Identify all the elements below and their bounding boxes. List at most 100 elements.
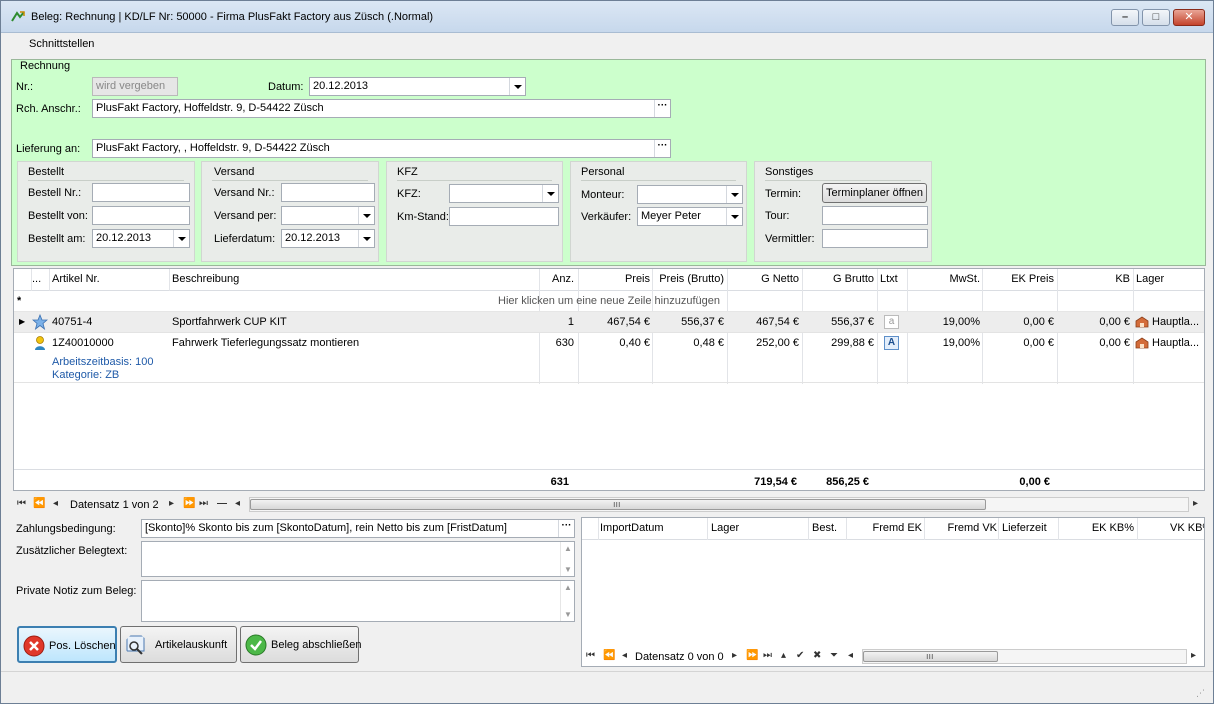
lieferung-label: Lieferung an: <box>16 143 81 155</box>
scrollbar-thumb[interactable]: ııı <box>250 499 986 510</box>
col-header-ek-preis[interactable]: EK Preis <box>984 273 1054 285</box>
chevron-down-icon[interactable] <box>173 230 189 247</box>
chevron-down-icon[interactable] <box>542 185 558 202</box>
ellipsis-icon[interactable]: ··· <box>654 100 670 117</box>
col-header-fremd-ek[interactable]: Fremd EK <box>847 522 922 534</box>
langtext-icon[interactable]: a <box>884 315 899 329</box>
datum-field[interactable]: 20.12.2013 <box>309 77 526 96</box>
scroll-right-icon[interactable]: ▸ <box>1191 650 1196 661</box>
next-page-icon[interactable]: ⏩ <box>183 498 195 509</box>
col-header-best[interactable]: Best. <box>812 522 837 534</box>
terminplaner-button[interactable]: Terminplaner öffnen <box>822 183 927 203</box>
move-up-icon[interactable]: ▴ <box>781 650 786 661</box>
maximize-button[interactable]: □ <box>1142 9 1170 26</box>
scroll-right-icon[interactable]: ▸ <box>1193 498 1198 509</box>
previous-record-icon[interactable]: ◂ <box>622 650 627 661</box>
previous-page-icon[interactable]: ⏪ <box>603 650 615 661</box>
belegtext-textarea[interactable]: ▲ ▼ <box>141 541 575 577</box>
close-button[interactable]: ✕ <box>1173 9 1205 26</box>
lieferung-field[interactable]: PlusFakt Factory, , Hoffeldstr. 9, D-544… <box>92 139 671 158</box>
ellipsis-icon[interactable]: ··· <box>558 520 574 537</box>
col-header-kb[interactable]: KB <box>1060 273 1130 285</box>
first-record-icon[interactable]: ⏮ <box>586 650 595 661</box>
col-header-ek-kb[interactable]: EK KB% <box>1057 522 1134 534</box>
col-header-fremd-vk[interactable]: Fremd VK <box>922 522 997 534</box>
versand-nr-input[interactable] <box>281 183 375 202</box>
next-page-icon[interactable]: ⏩ <box>746 650 758 661</box>
last-record-icon[interactable]: ⏭ <box>199 498 208 509</box>
previous-page-icon[interactable]: ⏪ <box>33 498 45 509</box>
col-header-beschreibung[interactable]: Beschreibung <box>172 273 239 285</box>
resize-grip-icon[interactable]: ⋰ <box>1196 688 1205 699</box>
table-row[interactable]: 1Z40010000 Fahrwerk Tieferlegungssatz mo… <box>14 333 1204 354</box>
nr-field[interactable]: wird vergeben <box>92 77 178 96</box>
scroll-down-icon[interactable]: ▼ <box>564 610 572 619</box>
rch-anschr-field[interactable]: PlusFakt Factory, Hoffeldstr. 9, D-54422… <box>92 99 671 118</box>
first-record-icon[interactable]: ⏮ <box>17 498 26 509</box>
textarea-scrollbar[interactable]: ▲ ▼ <box>560 581 574 621</box>
personal-title: Personal <box>581 166 625 178</box>
bestell-nr-input[interactable] <box>92 183 190 202</box>
col-header-importdatum[interactable]: ImportDatum <box>600 522 664 534</box>
col-header-menu[interactable]: ... <box>32 273 41 285</box>
next-record-icon[interactable]: ▸ <box>732 650 737 661</box>
confirm-icon[interactable]: ✔ <box>796 650 804 661</box>
scroll-up-icon[interactable]: ▲ <box>564 544 572 553</box>
chevron-down-icon[interactable] <box>358 207 374 224</box>
notiz-textarea[interactable]: ▲ ▼ <box>141 580 575 622</box>
maximize-icon: □ <box>1152 11 1160 23</box>
new-row[interactable]: * Hier klicken um eine neue Zeile hinzuz… <box>14 291 1204 312</box>
scroll-left-icon[interactable]: ◂ <box>848 650 853 661</box>
pos-loeschen-button[interactable]: Pos. Löschen <box>17 626 117 663</box>
col-header-vk-kb[interactable]: VK KB% <box>1170 522 1204 534</box>
col-header-lieferzeit[interactable]: Lieferzeit <box>1002 522 1047 534</box>
scroll-up-icon[interactable]: ▲ <box>564 583 572 592</box>
import-hscrollbar[interactable]: ııı <box>862 649 1187 664</box>
col-divider <box>1058 518 1059 540</box>
minimize-button[interactable]: – <box>1111 9 1139 26</box>
versand-per-select[interactable] <box>281 206 375 225</box>
filter-icon[interactable]: ⏷ <box>830 650 838 661</box>
langtext-icon[interactable]: A <box>884 336 899 350</box>
previous-record-icon[interactable]: ◂ <box>53 498 58 509</box>
textarea-scrollbar[interactable]: ▲ ▼ <box>560 542 574 576</box>
scroll-left-icon[interactable]: ◂ <box>235 498 240 509</box>
zahlungsbedingung-field[interactable]: [Skonto]% Skonto bis zum [SkontoDatum], … <box>141 519 575 538</box>
beleg-abschliessen-button[interactable]: Beleg abschließen <box>240 626 362 663</box>
bestellt-am-input[interactable]: 20.12.2013 <box>92 229 190 248</box>
menu-item-schnittstellen[interactable]: Schnittstellen <box>29 38 94 50</box>
col-header-lager[interactable]: Lager <box>711 522 739 534</box>
col-header-anz[interactable]: Anz. <box>514 273 574 285</box>
col-header-lager[interactable]: Lager <box>1136 273 1164 285</box>
col-header-g-brutto[interactable]: G Brutto <box>804 273 874 285</box>
col-header-mwst[interactable]: MwSt. <box>914 273 980 285</box>
verkaeufer-select[interactable]: Meyer Peter <box>637 207 743 226</box>
cancel-icon[interactable]: ✖ <box>813 650 821 661</box>
col-header-artikel[interactable]: Artikel Nr. <box>52 273 100 285</box>
km-stand-input[interactable] <box>449 207 559 226</box>
col-header-ltxt[interactable]: Ltxt <box>880 273 898 285</box>
positions-hscrollbar[interactable]: ııı <box>249 497 1189 512</box>
col-header-preis[interactable]: Preis <box>580 273 650 285</box>
chevron-down-icon[interactable] <box>726 186 742 203</box>
chevron-down-icon[interactable] <box>726 208 742 225</box>
next-record-icon[interactable]: ▸ <box>169 498 174 509</box>
artikelauskunft-button[interactable]: Artikelauskunft <box>120 626 237 663</box>
ellipsis-icon[interactable]: ··· <box>654 140 670 157</box>
chevron-down-icon[interactable] <box>358 230 374 247</box>
monteur-select[interactable] <box>637 185 743 204</box>
kfz-select[interactable] <box>449 184 559 203</box>
title-bar[interactable]: Beleg: Rechnung | KD/LF Nr: 50000 - Firm… <box>1 1 1213 33</box>
vermittler-input[interactable] <box>822 229 928 248</box>
last-record-icon[interactable]: ⏭ <box>763 650 772 661</box>
scrollbar-thumb[interactable]: ııı <box>863 651 998 662</box>
tour-input[interactable] <box>822 206 928 225</box>
chevron-down-icon[interactable] <box>509 78 525 95</box>
table-row[interactable]: ▶ 40751-4 Sportfahrwerk CUP KIT 1 467,54… <box>14 312 1204 333</box>
scroll-down-icon[interactable]: ▼ <box>564 565 572 574</box>
col-header-g-netto[interactable]: G Netto <box>729 273 799 285</box>
col-header-preis-brutto[interactable]: Preis (Brutto) <box>654 273 724 285</box>
bestellt-von-input[interactable] <box>92 206 190 225</box>
lieferdatum-input[interactable]: 20.12.2013 <box>281 229 375 248</box>
delete-record-icon[interactable]: — <box>217 498 227 509</box>
